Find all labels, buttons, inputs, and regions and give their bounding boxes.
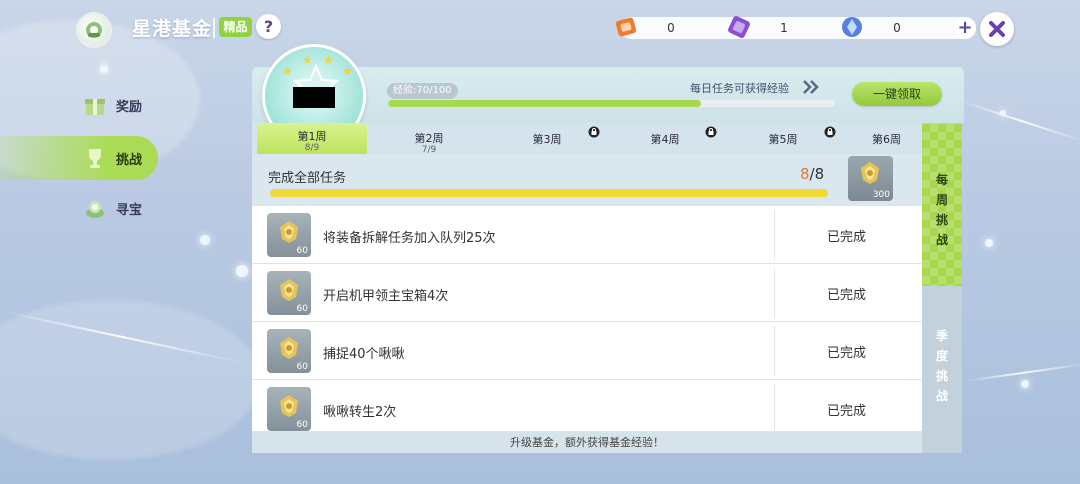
- task-reward[interactable]: 60: [267, 387, 311, 431]
- tab-week-5[interactable]: 第5周: [728, 123, 838, 154]
- daily-task-tip: 每日任务可获得经验: [690, 82, 789, 95]
- tab-week-4[interactable]: 第4周: [610, 123, 720, 154]
- double-chevron-right-icon[interactable]: [802, 79, 820, 95]
- tab-char: 战: [935, 389, 948, 403]
- summary-progress-fill: [270, 189, 828, 197]
- close-button[interactable]: [980, 12, 1014, 46]
- summary-progress-bar: [270, 189, 828, 197]
- task-row: 60 啾啾转生2次 已完成: [252, 380, 922, 434]
- task-status: 已完成: [827, 346, 867, 361]
- gold-coin-icon: [280, 279, 298, 301]
- tab-progress: 8/9: [304, 143, 320, 153]
- add-blue-crystal-button[interactable]: +: [954, 17, 976, 39]
- close-icon: [989, 21, 1005, 37]
- task-description: 开启机甲领主宝箱4次: [323, 289, 449, 304]
- task-row: 60 捕捉40个啾啾 已完成: [252, 322, 922, 380]
- currency-value: 1: [780, 21, 788, 35]
- tab-label: 第2周: [414, 132, 444, 145]
- lock-icon: [824, 126, 836, 138]
- tab-char: 战: [935, 233, 948, 247]
- tab-weekly-challenge[interactable]: 每 周 挑 战: [922, 124, 962, 286]
- gold-coin-icon: [861, 162, 879, 184]
- divider: [774, 326, 775, 376]
- tab-char: 每: [935, 173, 948, 187]
- summary-title: 完成全部任务: [268, 171, 347, 186]
- title-divider: [213, 18, 215, 38]
- task-row: 60 开启机甲领主宝箱4次 已完成: [252, 264, 922, 322]
- summary-count: 8/8: [800, 165, 824, 183]
- tab-label: 第1周: [297, 130, 327, 143]
- sidebar-item-treasure[interactable]: 寻宝: [0, 186, 158, 230]
- tab-char: 挑: [935, 369, 948, 383]
- task-status: 已完成: [827, 404, 867, 419]
- tab-label: 第5周: [768, 133, 798, 146]
- tab-char: 周: [935, 193, 948, 207]
- reward-count: 300: [872, 190, 890, 200]
- sidebar-item-label: 奖励: [116, 99, 143, 115]
- tab-label: 第6周: [872, 133, 901, 146]
- summary-total: /8: [809, 165, 825, 183]
- divider: [774, 268, 775, 318]
- reward-count: 60: [296, 246, 308, 256]
- tab-week-2[interactable]: 第2周 7/9: [374, 123, 484, 155]
- task-description: 啾啾转生2次: [323, 405, 397, 420]
- task-description: 捕捉40个啾啾: [323, 347, 405, 362]
- lock-icon: [588, 126, 600, 138]
- week-tabs: 第1周 8/9 第2周 7/9 第3周 第4周 第5周 第6周: [252, 123, 922, 155]
- sidebar-item-label: 挑战: [116, 152, 143, 168]
- task-reward[interactable]: 60: [267, 271, 311, 315]
- exp-label: 经验:70/100: [387, 83, 458, 99]
- page-title: 星港基金: [132, 18, 213, 40]
- task-description: 将装备拆解任务加入队列25次: [323, 231, 496, 246]
- claim-all-button[interactable]: 一键领取: [852, 82, 942, 106]
- lock-icon: [705, 126, 717, 138]
- reward-count: 60: [296, 362, 308, 372]
- tab-char: 挑: [935, 213, 948, 227]
- fund-logo-icon: [76, 12, 112, 48]
- sidebar-item-label: 寻宝: [116, 202, 143, 218]
- tab-week-1[interactable]: 第1周 8/9: [257, 123, 367, 154]
- tab-season-challenge[interactable]: 季 度 挑 战: [922, 286, 962, 453]
- task-reward[interactable]: 60: [267, 213, 311, 257]
- task-row: 60 将装备拆解任务加入队列25次 已完成: [252, 206, 922, 264]
- tab-label: 第4周: [650, 133, 680, 146]
- task-reward[interactable]: 60: [267, 329, 311, 373]
- treasure-icon: [86, 201, 104, 218]
- divider: [774, 210, 775, 260]
- tab-char: 季: [935, 329, 948, 343]
- gold-coin-icon: [280, 337, 298, 359]
- gold-coin-icon: [280, 395, 298, 417]
- task-status: 已完成: [827, 288, 867, 303]
- sidebar-item-challenge[interactable]: 挑战: [0, 136, 158, 180]
- tab-week-3[interactable]: 第3周: [492, 123, 602, 154]
- tab-label: 第3周: [532, 133, 562, 146]
- all-tasks-summary: 完成全部任务 8/8 300: [252, 154, 922, 206]
- tab-char: 度: [935, 349, 948, 363]
- gift-icon: [85, 99, 105, 115]
- trophy-icon: [89, 149, 101, 168]
- task-status: 已完成: [827, 230, 867, 245]
- divider: [774, 384, 775, 434]
- help-button[interactable]: ?: [256, 14, 281, 39]
- exp-progress-fill: [388, 100, 701, 107]
- reward-count: 60: [296, 420, 308, 430]
- redacted-name: [293, 87, 335, 108]
- premium-badge: 精品: [219, 17, 252, 37]
- currency-value: 0: [667, 21, 675, 35]
- reward-count: 60: [296, 304, 308, 314]
- summary-done: 8: [800, 165, 810, 183]
- tab-week-6[interactable]: 第6周: [842, 123, 922, 154]
- currency-value: 0: [893, 21, 901, 35]
- summary-reward[interactable]: 300: [848, 156, 893, 201]
- exp-progress-bar: [388, 100, 835, 107]
- gold-coin-icon: [280, 221, 298, 243]
- upgrade-fund-tip: 升级基金，额外获得基金经验！: [252, 432, 922, 453]
- currency-blue-crystal: 0 +: [842, 17, 976, 39]
- star-icon: ★: [342, 64, 353, 78]
- sidebar-item-rewards[interactable]: 奖励: [0, 83, 158, 127]
